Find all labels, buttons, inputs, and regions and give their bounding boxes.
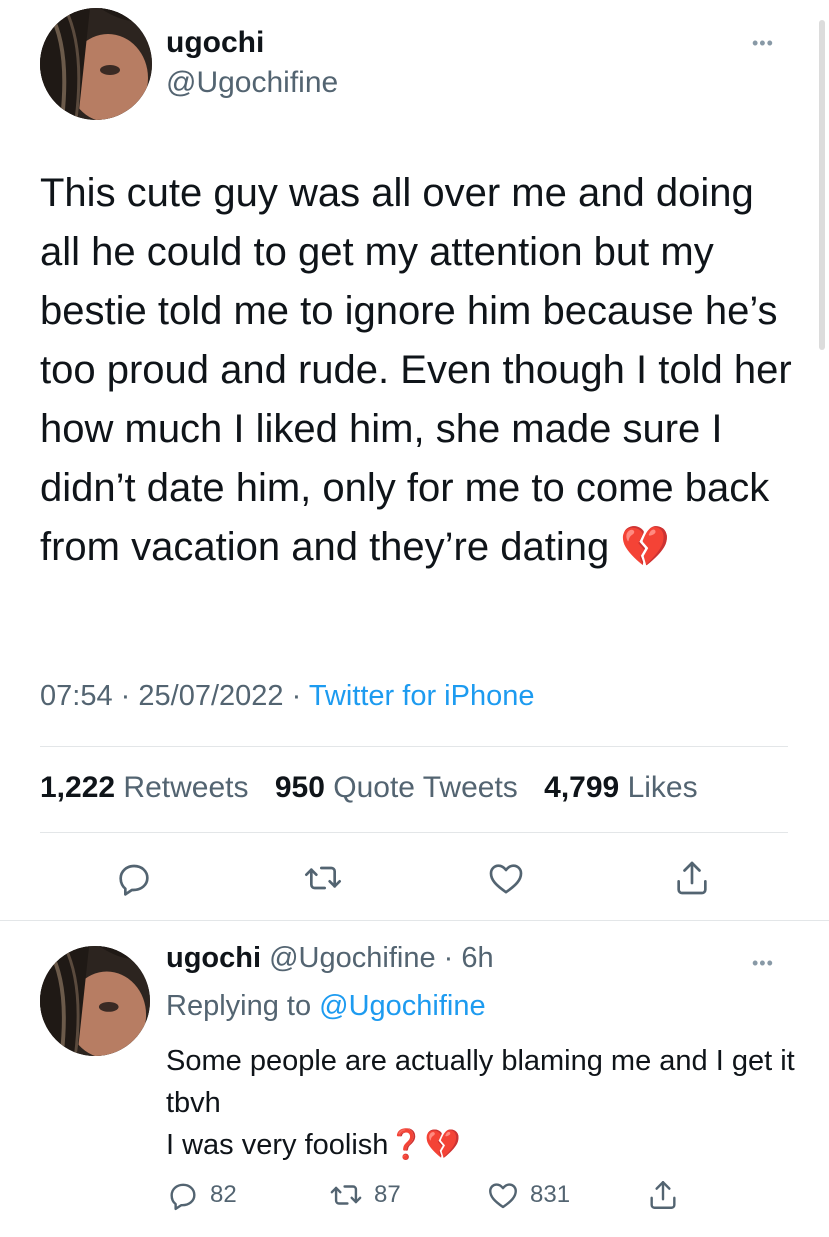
quotes-label: Quote Tweets bbox=[333, 771, 518, 804]
tweet-source-link[interactable]: Twitter for iPhone bbox=[309, 680, 535, 712]
like-icon bbox=[489, 1183, 517, 1209]
reply-icon bbox=[170, 1183, 196, 1211]
tweet-date: 25/07/2022 bbox=[138, 680, 284, 712]
author-name[interactable]: ugochi bbox=[166, 26, 264, 60]
retweet-count: 87 bbox=[374, 1181, 401, 1208]
meta-separator: · bbox=[120, 680, 131, 712]
meta-separator: · bbox=[291, 680, 302, 712]
reply-retweet-button[interactable]: 87 bbox=[328, 1178, 401, 1212]
like-button[interactable] bbox=[486, 858, 526, 898]
replying-handle-link[interactable]: @Ugochifine bbox=[319, 990, 485, 1022]
author-handle[interactable]: @Ugochifine bbox=[166, 66, 338, 100]
share-icon bbox=[677, 861, 707, 895]
likes-stat[interactable]: 4,799 Likes bbox=[544, 771, 697, 804]
author-avatar[interactable] bbox=[40, 8, 152, 120]
retweet-button[interactable] bbox=[302, 858, 344, 898]
reply-more-options-icon[interactable]: ••• bbox=[752, 954, 774, 972]
reply-like-button[interactable]: 831 bbox=[486, 1178, 570, 1212]
reply-age[interactable]: · 6h bbox=[444, 942, 494, 974]
reply-share-button[interactable] bbox=[646, 1178, 680, 1212]
retweets-stat[interactable]: 1,222 Retweets bbox=[40, 771, 248, 804]
share-button[interactable] bbox=[672, 858, 712, 898]
divider bbox=[40, 746, 788, 747]
share-icon bbox=[650, 1181, 676, 1209]
reply-button[interactable] bbox=[114, 858, 154, 898]
reply-reply-button[interactable]: 82 bbox=[166, 1178, 237, 1212]
divider bbox=[0, 920, 829, 921]
reply-header: ugochi @Ugochifine · 6h bbox=[166, 942, 494, 975]
avatar-image bbox=[40, 946, 150, 1056]
quotes-stat[interactable]: 950 Quote Tweets bbox=[275, 771, 518, 804]
avatar-image bbox=[40, 8, 152, 120]
retweet-icon bbox=[330, 1185, 362, 1205]
quotes-count: 950 bbox=[274, 771, 325, 804]
replying-to: Replying to @Ugochifine bbox=[166, 990, 486, 1023]
reply-count: 82 bbox=[210, 1181, 237, 1208]
tweet-text: This cute guy was all over me and doing … bbox=[40, 171, 803, 569]
like-icon bbox=[489, 864, 523, 894]
like-count: 831 bbox=[530, 1181, 571, 1208]
replying-prefix: Replying to bbox=[166, 990, 312, 1022]
reply-author-avatar[interactable] bbox=[40, 946, 150, 1056]
divider bbox=[40, 832, 788, 833]
retweets-label: Retweets bbox=[123, 771, 249, 804]
reply-author-handle[interactable]: @Ugochifine bbox=[269, 942, 435, 974]
retweet-icon bbox=[305, 866, 341, 890]
tweet-stats: 1,222 Retweets 950 Quote Tweets 4,799 Li… bbox=[40, 771, 698, 805]
likes-count: 4,799 bbox=[544, 771, 620, 804]
scrollbar[interactable] bbox=[819, 20, 825, 350]
reply-icon bbox=[119, 864, 149, 896]
tweet-time: 07:54 bbox=[40, 680, 113, 712]
retweets-count: 1,222 bbox=[40, 771, 116, 804]
likes-label: Likes bbox=[627, 771, 698, 804]
more-options-icon[interactable]: ••• bbox=[752, 34, 774, 52]
tweet-meta: 07:54 · 25/07/2022 · Twitter for iPhone bbox=[40, 680, 534, 713]
reply-author-name[interactable]: ugochi bbox=[166, 942, 261, 974]
reply-text: Some people are actually blaming me and … bbox=[166, 1045, 795, 1161]
